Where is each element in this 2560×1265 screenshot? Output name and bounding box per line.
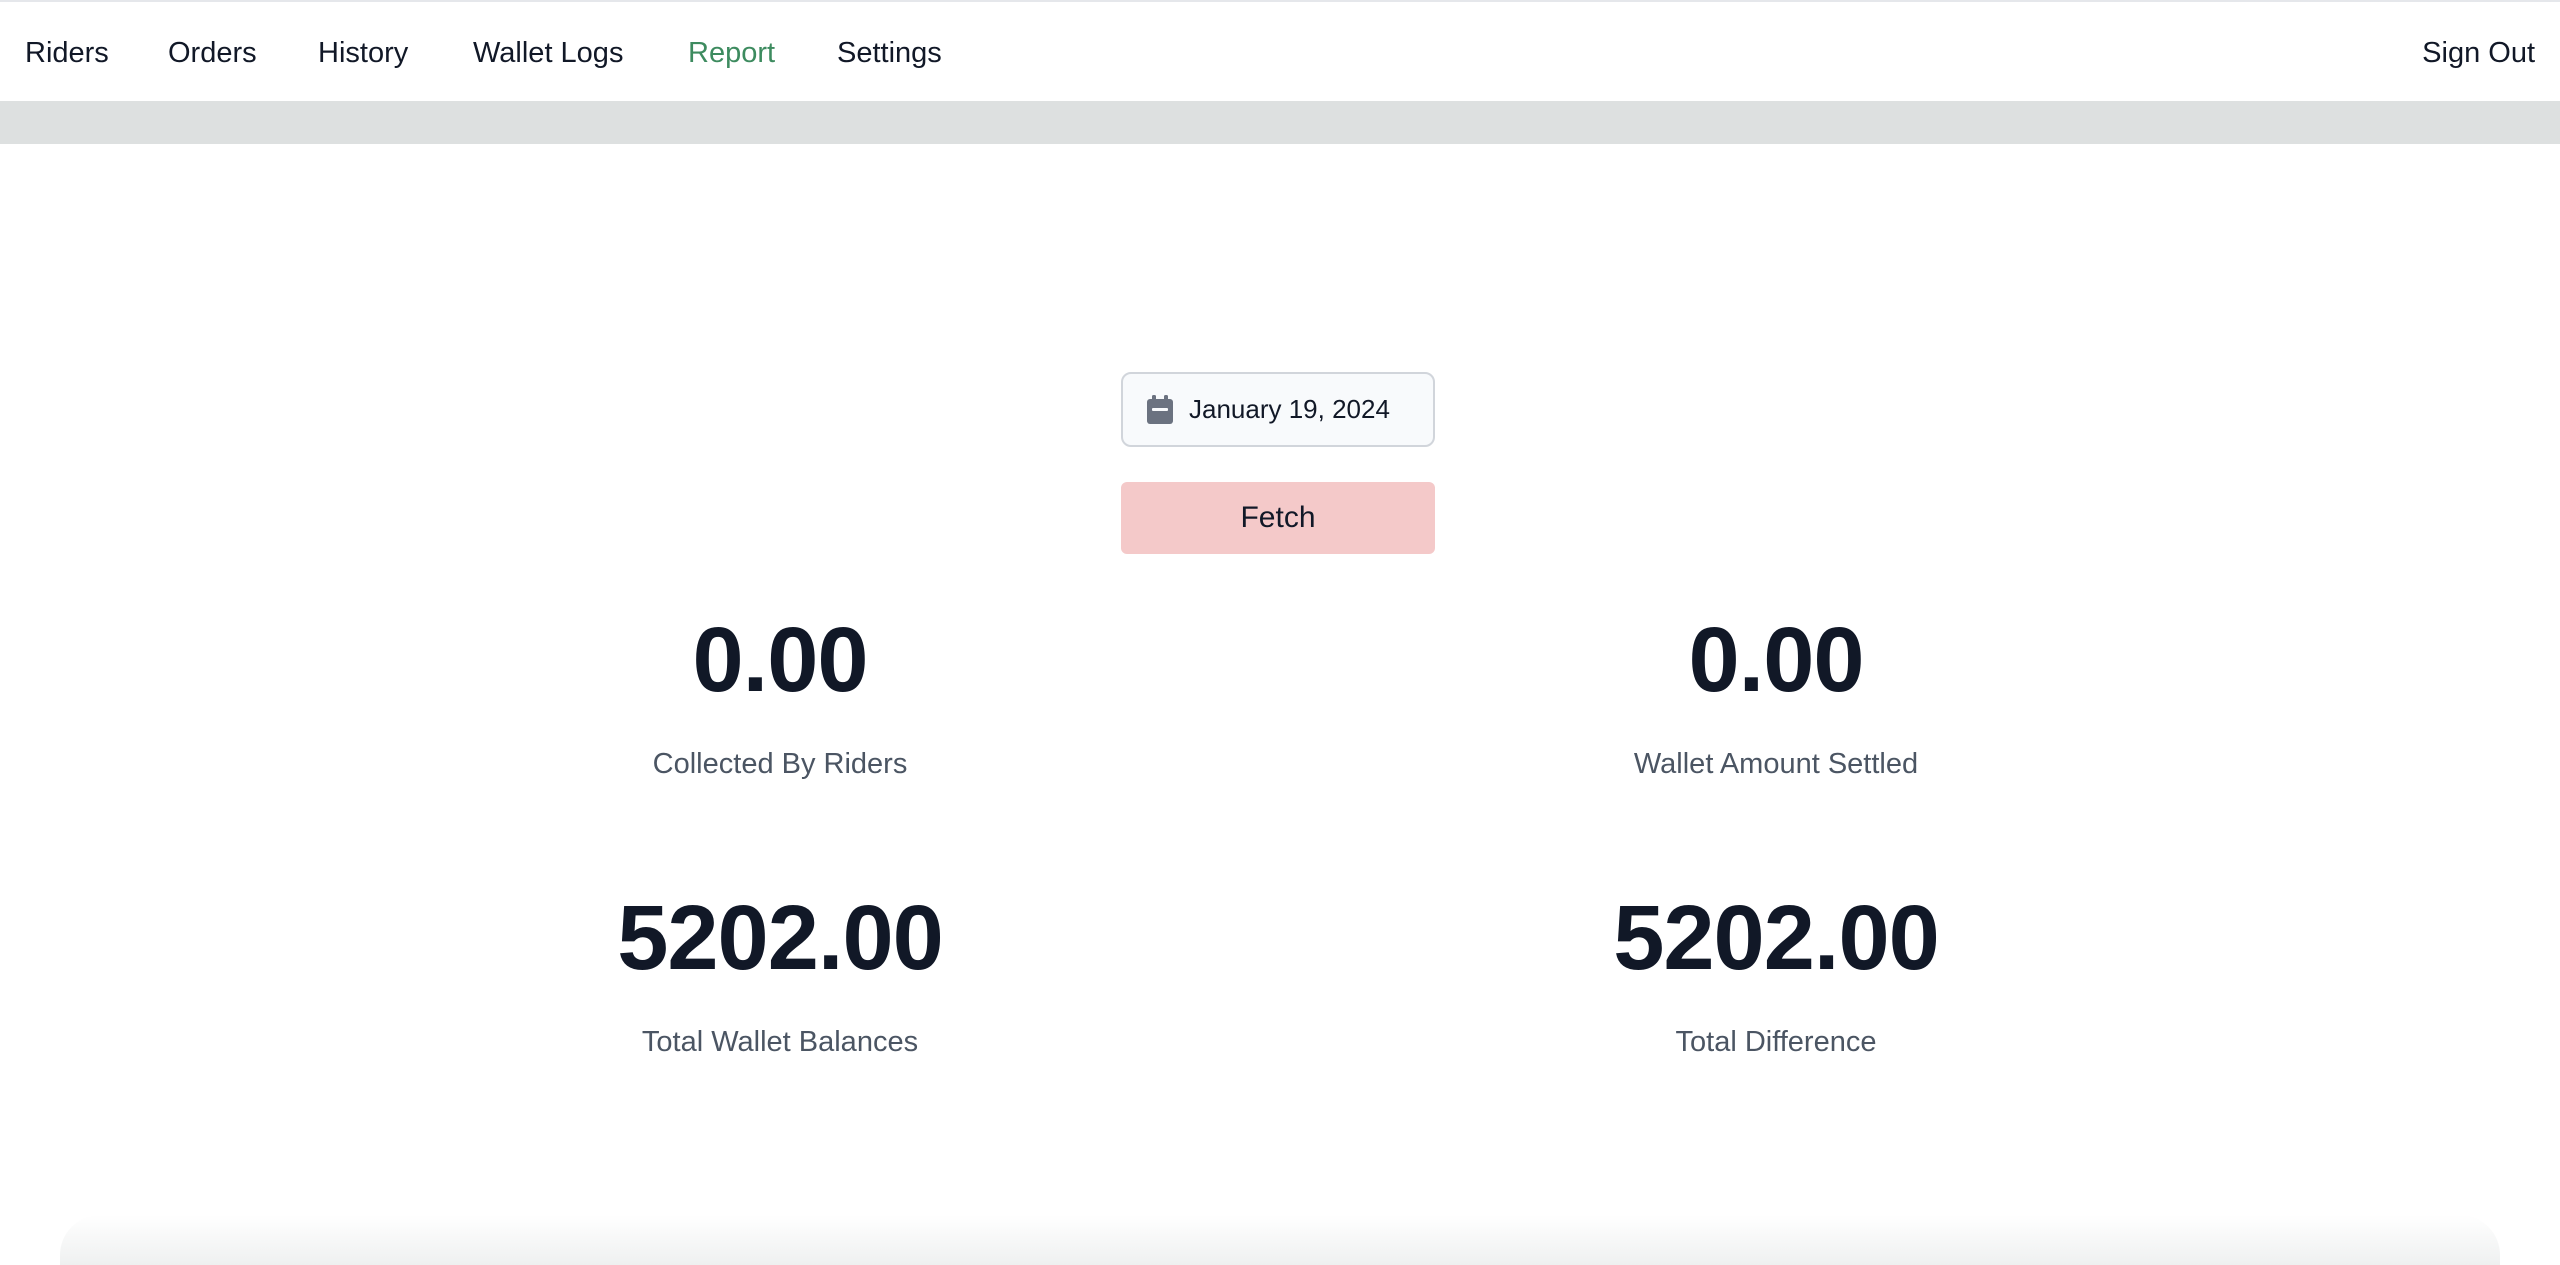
date-picker[interactable]: January 19, 2024 <box>1121 372 1435 447</box>
fetch-button[interactable]: Fetch <box>1121 482 1435 554</box>
sign-out-link[interactable]: Sign Out <box>2422 36 2535 70</box>
calendar-icon <box>1145 394 1175 425</box>
stat-value: 5202.00 <box>1613 887 1940 989</box>
nav-link-settings[interactable]: Settings <box>837 36 942 70</box>
stat-value: 0.00 <box>1688 609 1864 711</box>
stat-label: Total Difference <box>1675 1026 1877 1058</box>
selected-date: January 19, 2024 <box>1189 394 1390 424</box>
stat-label: Wallet Amount Settled <box>1633 748 1919 780</box>
stat-value: 5202.00 <box>617 887 944 989</box>
nav-link-history[interactable]: History <box>318 36 408 70</box>
stat-total-difference: 5202.00 Total Difference <box>1426 888 2126 1059</box>
stat-value: 0.00 <box>692 609 868 711</box>
stat-wallet-amount-settled: 0.00 Wallet Amount Settled <box>1426 610 2126 781</box>
stat-label: Collected By Riders <box>652 748 908 780</box>
nav-link-report[interactable]: Report <box>688 36 775 70</box>
header-divider-band <box>0 101 2560 144</box>
top-navbar: Riders Orders History Wallet Logs Report… <box>0 0 2560 101</box>
report-page: Riders Orders History Wallet Logs Report… <box>0 0 2560 1265</box>
stat-collected-by-riders: 0.00 Collected By Riders <box>430 610 1130 781</box>
nav-link-riders[interactable]: Riders <box>25 36 109 70</box>
nav-link-wallet-logs[interactable]: Wallet Logs <box>473 36 623 70</box>
stat-label: Total Wallet Balances <box>641 1026 919 1058</box>
footer-shadow <box>60 1215 2500 1265</box>
nav-link-orders[interactable]: Orders <box>168 36 257 70</box>
stat-total-wallet-balances: 5202.00 Total Wallet Balances <box>430 888 1130 1059</box>
